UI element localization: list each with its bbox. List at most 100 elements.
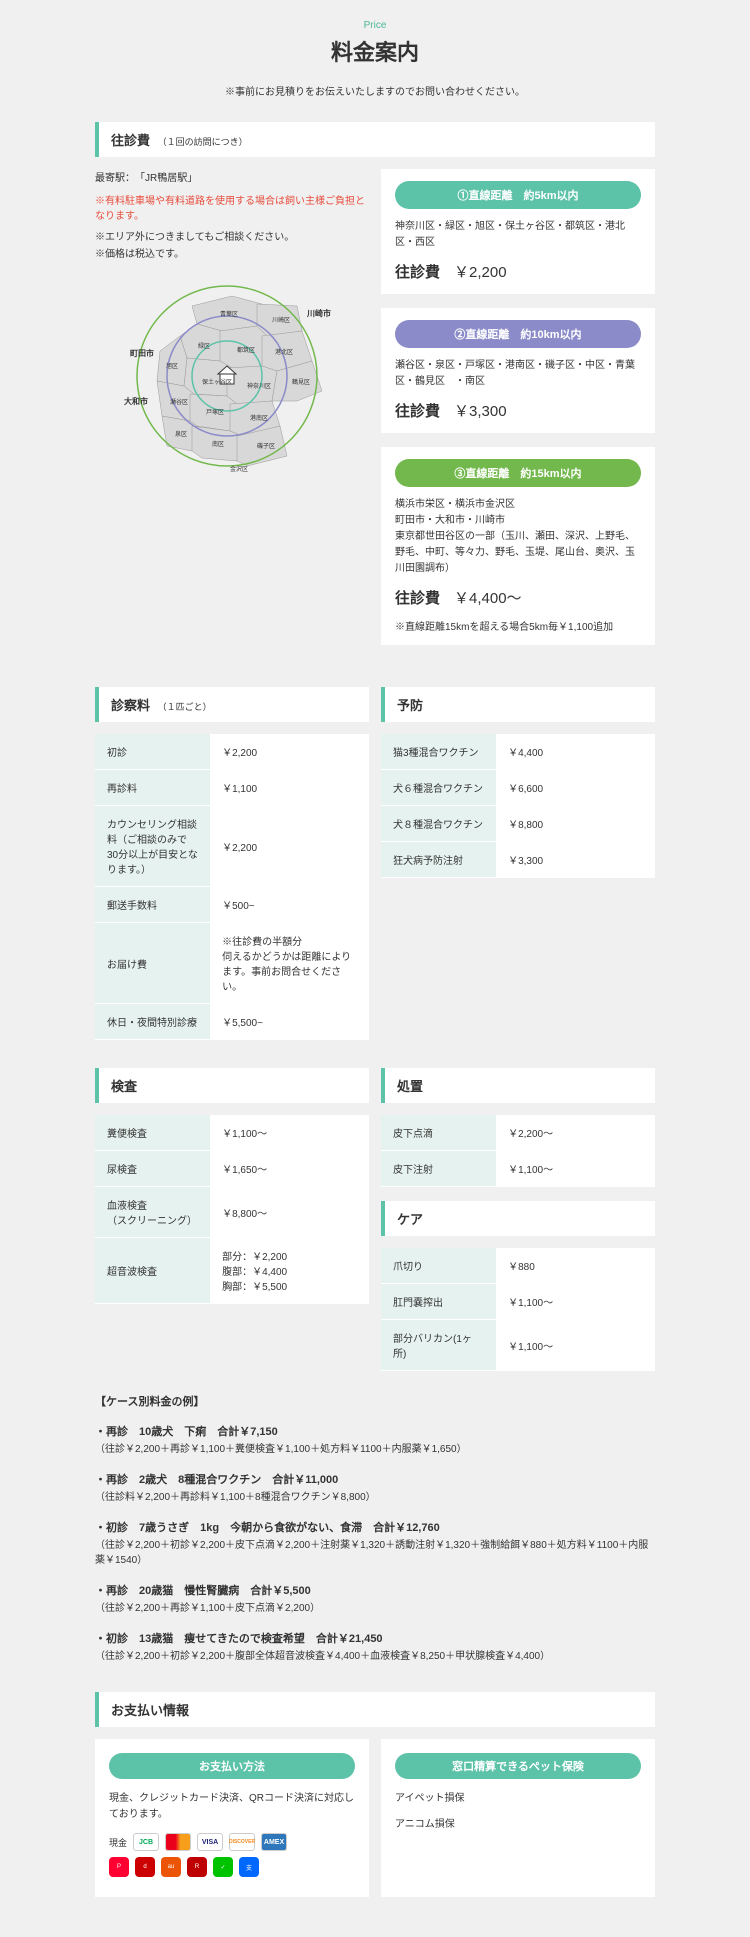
table-row: カウンセリング相談料（ご相談のみで30分以上が目安となります。）￥2,200 [95,806,369,887]
nearest-station: 最寄駅： 「JR鴨居駅」 [95,169,369,184]
zone-badge: ①直線距離 約5km以内 [395,181,641,209]
cash-label: 現金 [109,1836,127,1849]
row-price: ￥2,200 [210,734,369,770]
svg-text:瀬谷区: 瀬谷区 [170,398,188,406]
svg-text:旭区: 旭区 [166,362,178,370]
case-detail: （往診料￥2,200＋再診料￥1,100＋8種混合ワクチン￥8,800） [95,1490,655,1505]
discover-icon: DISCOVER [229,1833,255,1851]
paypay-icon: P [109,1857,129,1877]
section-exam: 検査 [95,1068,369,1103]
table-row: 休日・夜間特別診療￥5,500~ [95,1004,369,1040]
zone-areas: 神奈川区・緑区・旭区・保土ヶ谷区・都筑区・港北区・西区 [395,219,641,251]
exam-table: 糞便検査￥1,100～尿検査￥1,650～血液検査 （スクリーニング）￥8,80… [95,1115,369,1304]
section-fees-title: 診察料 [111,698,150,713]
row-name: 狂犬病予防注射 [381,842,496,878]
table-row: 血液検査 （スクリーニング）￥8,800～ [95,1187,369,1238]
row-name: 超音波検査 [95,1238,210,1304]
case-item: ・初診 13歳猫 痩せてきたので検査希望 合計￥21,450（往診￥2,200＋… [95,1630,655,1664]
jcb-icon: JCB [133,1833,159,1851]
service-area-map: 青葉区 川崎区 緑区 都筑区 港北区 旭区 保土ヶ谷区 神奈川区 瀬谷区 戸塚区… [95,276,369,496]
map-label-yamato: 大和市 [124,396,148,406]
mastercard-icon [165,1833,191,1851]
dpay-icon: d [135,1857,155,1877]
svg-text:川崎区: 川崎区 [272,316,290,324]
row-name: 初診 [95,734,210,770]
table-row: 皮下注射￥1,100～ [381,1151,655,1187]
svg-text:神奈川区: 神奈川区 [247,382,271,390]
row-name: 血液検査 （スクリーニング） [95,1187,210,1238]
row-price: ￥1,100～ [496,1320,655,1371]
row-price: ￥1,100～ [496,1284,655,1320]
section-visit-title: 往診費 [111,133,150,148]
table-row: 狂犬病予防注射￥3,300 [381,842,655,878]
svg-text:鶴見区: 鶴見区 [292,378,310,386]
row-price: ￥6,600 [496,770,655,806]
zone-card-3: ③直線距離 約15km以内横浜市栄区・横浜市金沢区 町田市・大和市・川崎市 東京… [381,447,655,645]
case-detail: （往診￥2,200＋再診￥1,100＋皮下点滴￥2,200） [95,1601,655,1616]
section-payment: お支払い情報 [95,1692,655,1727]
treat-table: 皮下点滴￥2,200～皮下注射￥1,100～ [381,1115,655,1187]
svg-text:保土ヶ谷区: 保土ヶ谷区 [202,378,232,386]
table-row: 部分バリカン(1ヶ所)￥1,100～ [381,1320,655,1371]
row-name: カウンセリング相談料（ご相談のみで30分以上が目安となります。） [95,806,210,887]
fees-table: 初診￥2,200再診料￥1,100カウンセリング相談料（ご相談のみで30分以上が… [95,734,369,1040]
row-name: 肛門嚢搾出 [381,1284,496,1320]
zone-note: ※直線距離15kmを超える場合5km毎￥1,100追加 [395,618,641,633]
table-row: 爪切り￥880 [381,1248,655,1284]
visa-icon: VISA [197,1833,223,1851]
row-name: 猫3種混合ワクチン [381,734,496,770]
map-label-machida: 町田市 [130,348,154,358]
case-head: ・再診 2歳犬 8種混合ワクチン 合計￥11,000 [95,1471,655,1487]
row-name: お届け費 [95,923,210,1004]
row-name: 皮下点滴 [381,1115,496,1151]
row-price: ￥1,650～ [210,1151,369,1187]
row-price: ￥1,100～ [210,1115,369,1151]
row-price: ￥880 [496,1248,655,1284]
zone-price-label: 往診費 [395,261,440,282]
row-name: 糞便検査 [95,1115,210,1151]
case-head: ・再診 20歳猫 慢性腎臓病 合計￥5,500 [95,1582,655,1598]
row-price: ￥3,300 [496,842,655,878]
cases-title: 【ケース別料金の例】 [95,1393,655,1409]
row-price: ￥5,500~ [210,1004,369,1040]
svg-text:南区: 南区 [212,440,224,448]
aupay-icon: au [161,1857,181,1877]
svg-text:都筑区: 都筑区 [237,346,255,354]
row-name: 爪切り [381,1248,496,1284]
table-row: 猫3種混合ワクチン￥4,400 [381,734,655,770]
care-table: 爪切り￥880肛門嚢搾出￥1,100～部分バリカン(1ヶ所)￥1,100～ [381,1248,655,1371]
section-prevention: 予防 [381,687,655,722]
table-row: 犬６種混合ワクチン￥6,600 [381,770,655,806]
zone-areas: 瀬谷区・泉区・戸塚区・港南区・磯子区・中区・青葉区・鶴見区 ・南区 [395,358,641,390]
table-row: 皮下点滴￥2,200～ [381,1115,655,1151]
row-price: ￥2,200～ [496,1115,655,1151]
zone-areas: 横浜市栄区・横浜市金沢区 町田市・大和市・川崎市 東京都世田谷区の一部（玉川、瀬… [395,497,641,577]
svg-text:港北区: 港北区 [275,348,293,356]
payment-methods-text: 現金、クレジットカード決済、QRコード決済に対応しております。 [109,1791,355,1823]
section-care: ケア [381,1201,655,1236]
table-row: 郵送手数料￥500~ [95,887,369,923]
case-detail: （往診￥2,200＋初診￥2,200＋皮下点滴￥2,200＋注射薬￥1,320＋… [95,1538,655,1568]
row-name: 郵送手数料 [95,887,210,923]
payment-methods-box: お支払い方法 現金、クレジットカード決済、QRコード決済に対応しております。 現… [95,1739,369,1897]
prevention-table: 猫3種混合ワクチン￥4,400犬６種混合ワクチン￥6,600犬８種混合ワクチン￥… [381,734,655,878]
row-name: 犬８種混合ワクチン [381,806,496,842]
svg-text:磯子区: 磯子区 [257,442,275,450]
alipay-icon: 支 [239,1857,259,1877]
insurance-box: 窓口精算できるペット保険 アイペット損保アニコム損保 [381,1739,655,1897]
row-name: 皮下注射 [381,1151,496,1187]
row-price: ￥8,800 [496,806,655,842]
map-label-kawasaki: 川崎市 [306,308,331,318]
zone-badge: ③直線距離 約15km以内 [395,459,641,487]
section-exam-title: 検査 [111,1079,137,1094]
svg-text:緑区: 緑区 [198,342,210,350]
table-row: 超音波検査部分：￥2,200 腹部：￥4,400 胸部：￥5,500 [95,1238,369,1304]
row-price: ￥8,800～ [210,1187,369,1238]
section-treat: 処置 [381,1068,655,1103]
payment-methods-title: お支払い方法 [109,1753,355,1779]
page-note: ※事前にお見積りをお伝えいたしますのでお問い合わせください。 [95,83,655,98]
case-head: ・再診 10歳犬 下痢 合計￥7,150 [95,1423,655,1439]
case-item: ・再診 20歳猫 慢性腎臓病 合計￥5,500 （往診￥2,200＋再診￥1,10… [95,1582,655,1616]
section-care-title: ケア [397,1212,423,1227]
table-row: 尿検査￥1,650～ [95,1151,369,1187]
